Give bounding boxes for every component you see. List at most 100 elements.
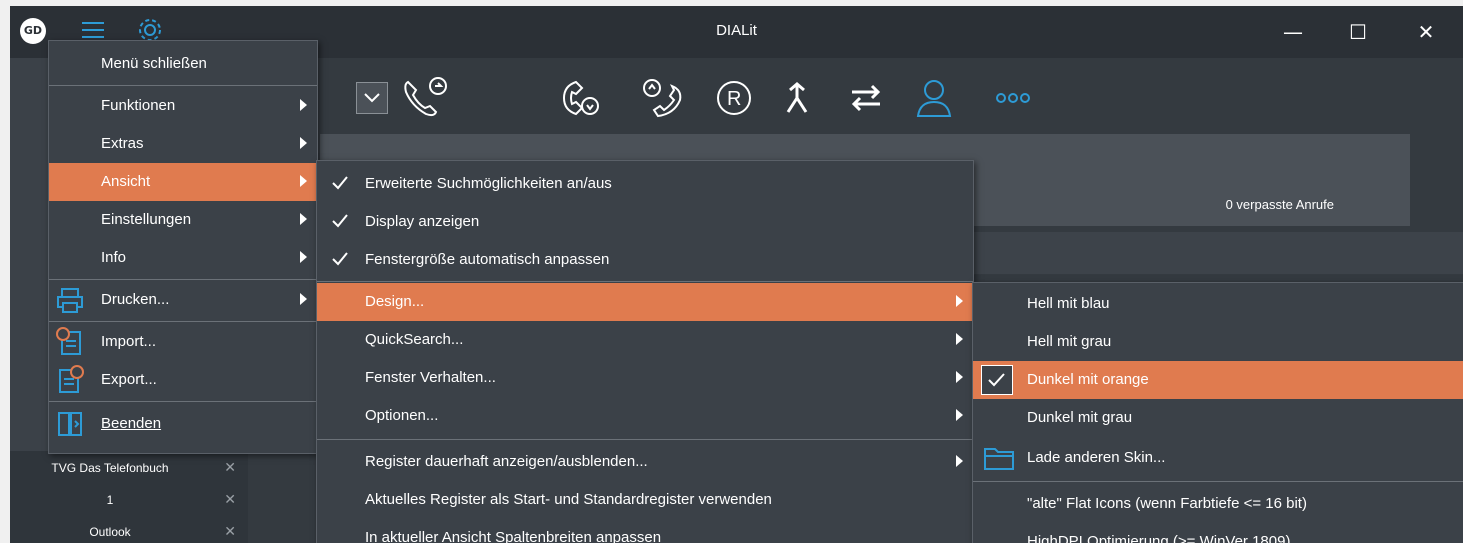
menu-item-optionen[interactable]: Optionen... xyxy=(317,397,973,435)
missed-calls-label[interactable]: 0 verpasste Anrufe xyxy=(1226,197,1334,212)
dropdown-chevron-icon[interactable] xyxy=(356,82,388,114)
tab-telefonbuch[interactable]: TVG Das Telefonbuch ✕ xyxy=(10,453,248,483)
menu-item-label: In aktueller Ansicht Spaltenbreiten anpa… xyxy=(365,529,662,543)
menu-item-label: Aktuelles Register als Start- und Standa… xyxy=(365,491,772,508)
close-tab-icon[interactable]: ✕ xyxy=(224,491,236,508)
menu-item-label: HighDPI Optimierung (>= WinVer 1809) xyxy=(1027,533,1291,543)
menu-separator xyxy=(49,321,317,322)
close-button[interactable]: ✕ xyxy=(1406,16,1446,48)
menu-separator xyxy=(317,281,973,282)
menu-separator xyxy=(49,401,317,402)
menu-item-label: Register dauerhaft anzeigen/ausblenden..… xyxy=(365,453,648,470)
menu-item-label: Info xyxy=(101,249,127,266)
menu-item-lade-skin[interactable]: Lade anderen Skin... xyxy=(973,439,1463,477)
menu-item-label: Drucken... xyxy=(101,291,170,308)
checkmark-icon xyxy=(331,212,349,230)
menu-item-label: Optionen... xyxy=(365,407,439,424)
submenu-arrow-icon xyxy=(300,175,307,187)
import-document-icon xyxy=(55,327,85,357)
svg-text:R: R xyxy=(727,88,741,110)
menu-item-drucken[interactable]: Drucken... xyxy=(49,281,317,319)
close-tab-icon[interactable]: ✕ xyxy=(224,459,236,476)
menu-item-hell-grau[interactable]: Hell mit grau xyxy=(973,323,1463,361)
menu-separator xyxy=(49,279,317,280)
contact-person-icon[interactable] xyxy=(912,76,956,124)
menu-item-fenster-verhalten[interactable]: Fenster Verhalten... xyxy=(317,359,973,397)
menu-item-einstellungen[interactable]: Einstellungen xyxy=(49,201,317,239)
app-window: GD DIALit — ☐ ✕ R 0 verpasste Anrufe TVG… xyxy=(10,6,1463,543)
tab-label: 1 xyxy=(106,493,114,507)
window-title: DIALit xyxy=(716,22,757,39)
minimize-button[interactable]: — xyxy=(1273,16,1313,48)
tab-label: TVG Das Telefonbuch xyxy=(51,461,169,475)
checkmark-icon xyxy=(331,174,349,192)
merge-call-icon[interactable] xyxy=(780,76,814,124)
menu-item-display-anzeigen[interactable]: Display anzeigen xyxy=(317,203,973,241)
register-tabs: TVG Das Telefonbuch ✕ 1 ✕ Outlook ✕ xyxy=(10,451,248,543)
maximize-button[interactable]: ☐ xyxy=(1338,16,1378,48)
close-tab-icon[interactable]: ✕ xyxy=(224,523,236,540)
menu-item-label: "alte" Flat Icons (wenn Farbtiefe <= 16 … xyxy=(1027,495,1307,512)
menu-separator xyxy=(49,85,317,86)
submenu-arrow-icon xyxy=(300,251,307,263)
menu-item-spaltenbreiten[interactable]: In aktueller Ansicht Spaltenbreiten anpa… xyxy=(317,519,973,543)
menu-item-highdpi[interactable]: HighDPI Optimierung (>= WinVer 1809) xyxy=(973,523,1463,543)
ansicht-submenu: Erweiterte Suchmöglichkeiten an/aus Disp… xyxy=(316,160,974,543)
menu-item-dunkel-orange[interactable]: Dunkel mit orange xyxy=(973,361,1463,399)
submenu-arrow-icon xyxy=(956,333,963,345)
menu-item-label: Import... xyxy=(101,333,157,350)
menu-item-funktionen[interactable]: Funktionen xyxy=(49,87,317,125)
pickup-call-icon[interactable] xyxy=(554,76,608,124)
menu-item-quicksearch[interactable]: QuickSearch... xyxy=(317,321,973,359)
menu-item-label: Funktionen xyxy=(101,97,176,114)
tab-1[interactable]: 1 ✕ xyxy=(10,485,248,515)
menu-item-label: Einstellungen xyxy=(101,211,192,228)
submenu-arrow-icon xyxy=(956,371,963,383)
menu-item-label: Export... xyxy=(101,371,157,388)
menu-separator xyxy=(973,481,1463,482)
menu-item-dunkel-grau[interactable]: Dunkel mit grau xyxy=(973,399,1463,437)
menu-item-label: Hell mit grau xyxy=(1027,333,1112,350)
dial-phone-icon[interactable] xyxy=(400,76,450,124)
swap-call-icon[interactable] xyxy=(846,76,886,124)
checkmark-box-icon xyxy=(981,365,1013,395)
menu-item-ansicht[interactable]: Ansicht xyxy=(49,163,317,201)
menu-item-import[interactable]: Import... xyxy=(49,323,317,361)
menu-item-register-anzeigen[interactable]: Register dauerhaft anzeigen/ausblenden..… xyxy=(317,443,973,481)
tab-label: Outlook xyxy=(89,525,131,539)
menu-item-label: Fenstergröße automatisch anpassen xyxy=(365,251,610,268)
submenu-arrow-icon xyxy=(956,409,963,421)
submenu-arrow-icon xyxy=(956,295,963,307)
menu-item-label: Extras xyxy=(101,135,144,152)
menu-separator xyxy=(317,439,973,440)
menu-item-design[interactable]: Design... xyxy=(317,283,973,321)
menu-item-export[interactable]: Export... xyxy=(49,361,317,399)
menu-item-label: Design... xyxy=(365,293,425,310)
menu-item-alte-flat-icons[interactable]: "alte" Flat Icons (wenn Farbtiefe <= 16 … xyxy=(973,485,1463,523)
exit-door-icon xyxy=(55,409,85,439)
menu-item-label: Fenster Verhalten... xyxy=(365,369,496,386)
menu-item-beenden[interactable]: Beenden xyxy=(49,405,317,443)
tab-outlook[interactable]: Outlook ✕ xyxy=(10,517,248,543)
menu-item-standardregister[interactable]: Aktuelles Register als Start- und Standa… xyxy=(317,481,973,519)
menu-close-item[interactable]: Menü schließen xyxy=(49,45,317,83)
menu-item-label: Lade anderen Skin... xyxy=(1027,449,1166,466)
menu-item-info[interactable]: Info xyxy=(49,239,317,277)
menu-item-erweiterte-suche[interactable]: Erweiterte Suchmöglichkeiten an/aus xyxy=(317,165,973,203)
menu-item-extras[interactable]: Extras xyxy=(49,125,317,163)
submenu-arrow-icon xyxy=(300,213,307,225)
recall-r-icon[interactable]: R xyxy=(714,76,754,124)
submenu-arrow-icon xyxy=(300,137,307,149)
submenu-arrow-icon xyxy=(300,293,307,305)
menu-item-hell-blau[interactable]: Hell mit blau xyxy=(973,285,1463,323)
toolbar: R xyxy=(310,58,1463,140)
printer-icon xyxy=(55,285,85,315)
design-submenu: Hell mit blau Hell mit grau Dunkel mit o… xyxy=(972,282,1463,543)
folder-icon xyxy=(983,443,1014,473)
menu-item-label: Erweiterte Suchmöglichkeiten an/aus xyxy=(365,175,612,192)
transfer-call-icon[interactable] xyxy=(636,76,690,124)
more-options-icon[interactable] xyxy=(994,76,1034,124)
main-menu: Menü schließen Funktionen Extras Ansicht… xyxy=(48,40,318,454)
menu-item-fenstergroesse[interactable]: Fenstergröße automatisch anpassen xyxy=(317,241,973,279)
menu-item-label: Hell mit blau xyxy=(1027,295,1110,312)
